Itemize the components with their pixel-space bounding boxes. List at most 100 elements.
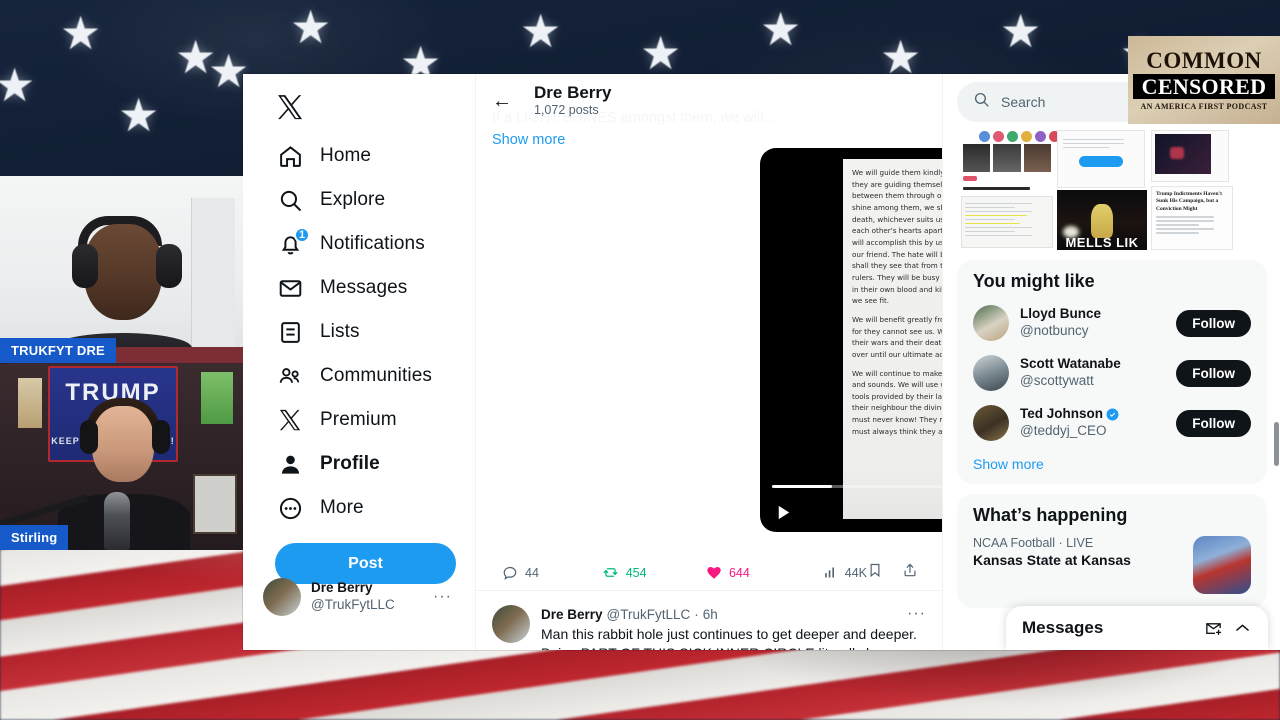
avatar [973,355,1009,391]
sidebar-account[interactable]: Dre Berry @TrukFytLLC ··· [255,570,460,624]
sidebar-item-profile[interactable]: Profile [265,442,461,486]
show-more-link[interactable]: Show more [492,132,926,148]
headphone-right [156,244,182,288]
watermark-line-1: COMMON [1146,47,1262,73]
tweet-more-icon[interactable]: ··· [907,605,926,623]
center-column: ← Dre Berry 1,072 posts If a LIGHT SHINE… [475,74,943,650]
view-count: 44K [844,565,867,580]
messages-title: Messages [1022,618,1104,637]
video-controls: 1:05 / 7:26 [760,492,942,532]
sidebar-item-communities[interactable]: Communities [265,354,461,398]
new-message-icon[interactable] [1204,619,1223,638]
account-more-icon[interactable]: ··· [433,588,452,606]
video-text-card: We will guide them kindly and gently let… [843,159,943,519]
follow-button[interactable]: Follow [1176,309,1251,337]
search-icon [973,91,990,113]
whats-happening-panel: What’s happening NCAA Football · LIVE Ka… [957,494,1267,608]
news-collage[interactable]: MELLS LIK Trump Indictments Haven't Sunk… [957,130,1267,250]
webcam-name-label: TRUKFYT DRE [0,338,116,363]
video-paragraph: We will continue to make them live in fe… [852,368,943,436]
sidebar-item-home[interactable]: Home [265,134,461,178]
suggested-name: Scott Watanabe [1020,356,1121,372]
watermark-line-2: CENSORED [1132,73,1276,100]
search-icon [277,187,303,213]
person-icon [277,451,303,477]
reply-button[interactable]: 44 [502,565,539,581]
tweet-author-handle: @TrukFytLLC [606,606,691,622]
communities-icon [277,363,303,389]
sidebar-item-label: Lists [320,321,360,342]
like-count: 644 [728,565,750,580]
trend-item[interactable]: NCAA Football · LIVE Kansas State at Kan… [957,532,1267,604]
collage-dialog [1057,130,1145,188]
views-button[interactable]: 44K [823,565,867,580]
collage-tag [963,176,977,181]
sidebar-item-lists[interactable]: Lists [265,310,461,354]
reply-count: 44 [525,565,539,580]
panel-title: You might like [973,271,1095,291]
follow-button[interactable]: Follow [1176,409,1251,437]
microphone [104,492,130,550]
sidebar-item-notifications[interactable]: 1 Notifications [265,222,461,266]
video-progress-fill [772,485,833,488]
account-handle: @TrukFytLLC [311,597,395,612]
play-icon[interactable] [774,503,793,522]
avatar [492,605,530,643]
x-icon [277,407,303,433]
sidebar-item-more[interactable]: More [265,486,461,530]
share-icon[interactable] [902,562,918,583]
list-icon [277,319,303,345]
person-head [92,406,154,482]
trend-title: Kansas State at Kansas [973,552,1131,568]
headphone-left [72,244,98,288]
video-player[interactable]: We will guide them kindly and gently let… [760,148,943,532]
account-name: Dre Berry [311,580,373,596]
bookmark-icon[interactable] [867,562,883,583]
collage-video: MELLS LIK [1057,190,1147,250]
profile-header: ← Dre Berry 1,072 posts [476,74,942,127]
wall-framed-picture [193,474,237,534]
suggested-account[interactable]: Scott Watanabe @scottywatt Follow [957,348,1267,398]
sidebar-item-label: Explore [320,189,386,210]
verified-badge-icon [1106,408,1119,421]
post-count: 1,072 posts [534,103,599,118]
show-more-link[interactable]: Show more [957,448,1267,480]
chevron-up-icon[interactable] [1233,619,1252,638]
sidebar-item-explore[interactable]: Explore [265,178,461,222]
trend-thumbnail [1193,536,1251,594]
podcast-watermark: COMMON CENSORED AN AMERICA FIRST PODCAST [1128,36,1280,124]
headphone-right [152,420,170,454]
sidebar-item-premium[interactable]: Premium [265,398,461,442]
webcam-trukfyt-dre: TRUKFYT DRE [0,176,243,363]
page-title: Dre Berry [534,82,612,102]
repost-count: 454 [625,565,647,580]
room-door [191,198,235,363]
tweet-item[interactable]: Dre Berry @TrukFytLLC · 6h ··· Man this … [476,593,942,650]
messages-dock[interactable]: Messages [1006,606,1268,650]
sidebar-item-messages[interactable]: Messages [265,266,461,310]
collage-document [961,196,1053,248]
suggested-handle: @teddyj_CEO [1020,423,1107,438]
wall-poster-left [18,378,42,428]
sidebar-item-label: Communities [320,365,432,386]
x-logo-icon[interactable] [277,94,307,124]
follow-button[interactable]: Follow [1176,359,1251,387]
back-button[interactable]: ← [492,91,512,111]
scrollbar-thumb[interactable] [1274,422,1279,466]
webcam-name-label: Stirling [0,525,69,550]
collage-title [963,184,1047,194]
like-button[interactable]: 644 [706,565,750,581]
video-progress-bar[interactable] [772,485,942,488]
tweet-author-name: Dre Berry [541,606,603,622]
collage-article: Trump Indictments Haven't Sunk His Campa… [1151,186,1233,250]
repost-button[interactable]: 454 [602,564,647,581]
headphone-left [80,420,98,454]
video-paragraph: We will guide them kindly and gently let… [852,168,943,306]
suggested-account[interactable]: Ted Johnson @teddyj_CEO Follow [957,398,1267,448]
collage-thumbs [963,144,1051,172]
avatar [263,578,301,616]
sidebar-item-label: More [320,497,364,518]
suggested-account[interactable]: Lloyd Bunce @notbuncy Follow [957,298,1267,348]
tweet-body-text: Man this rabbit hole just continues to g… [541,626,917,650]
notifications-badge: 1 [294,227,311,243]
